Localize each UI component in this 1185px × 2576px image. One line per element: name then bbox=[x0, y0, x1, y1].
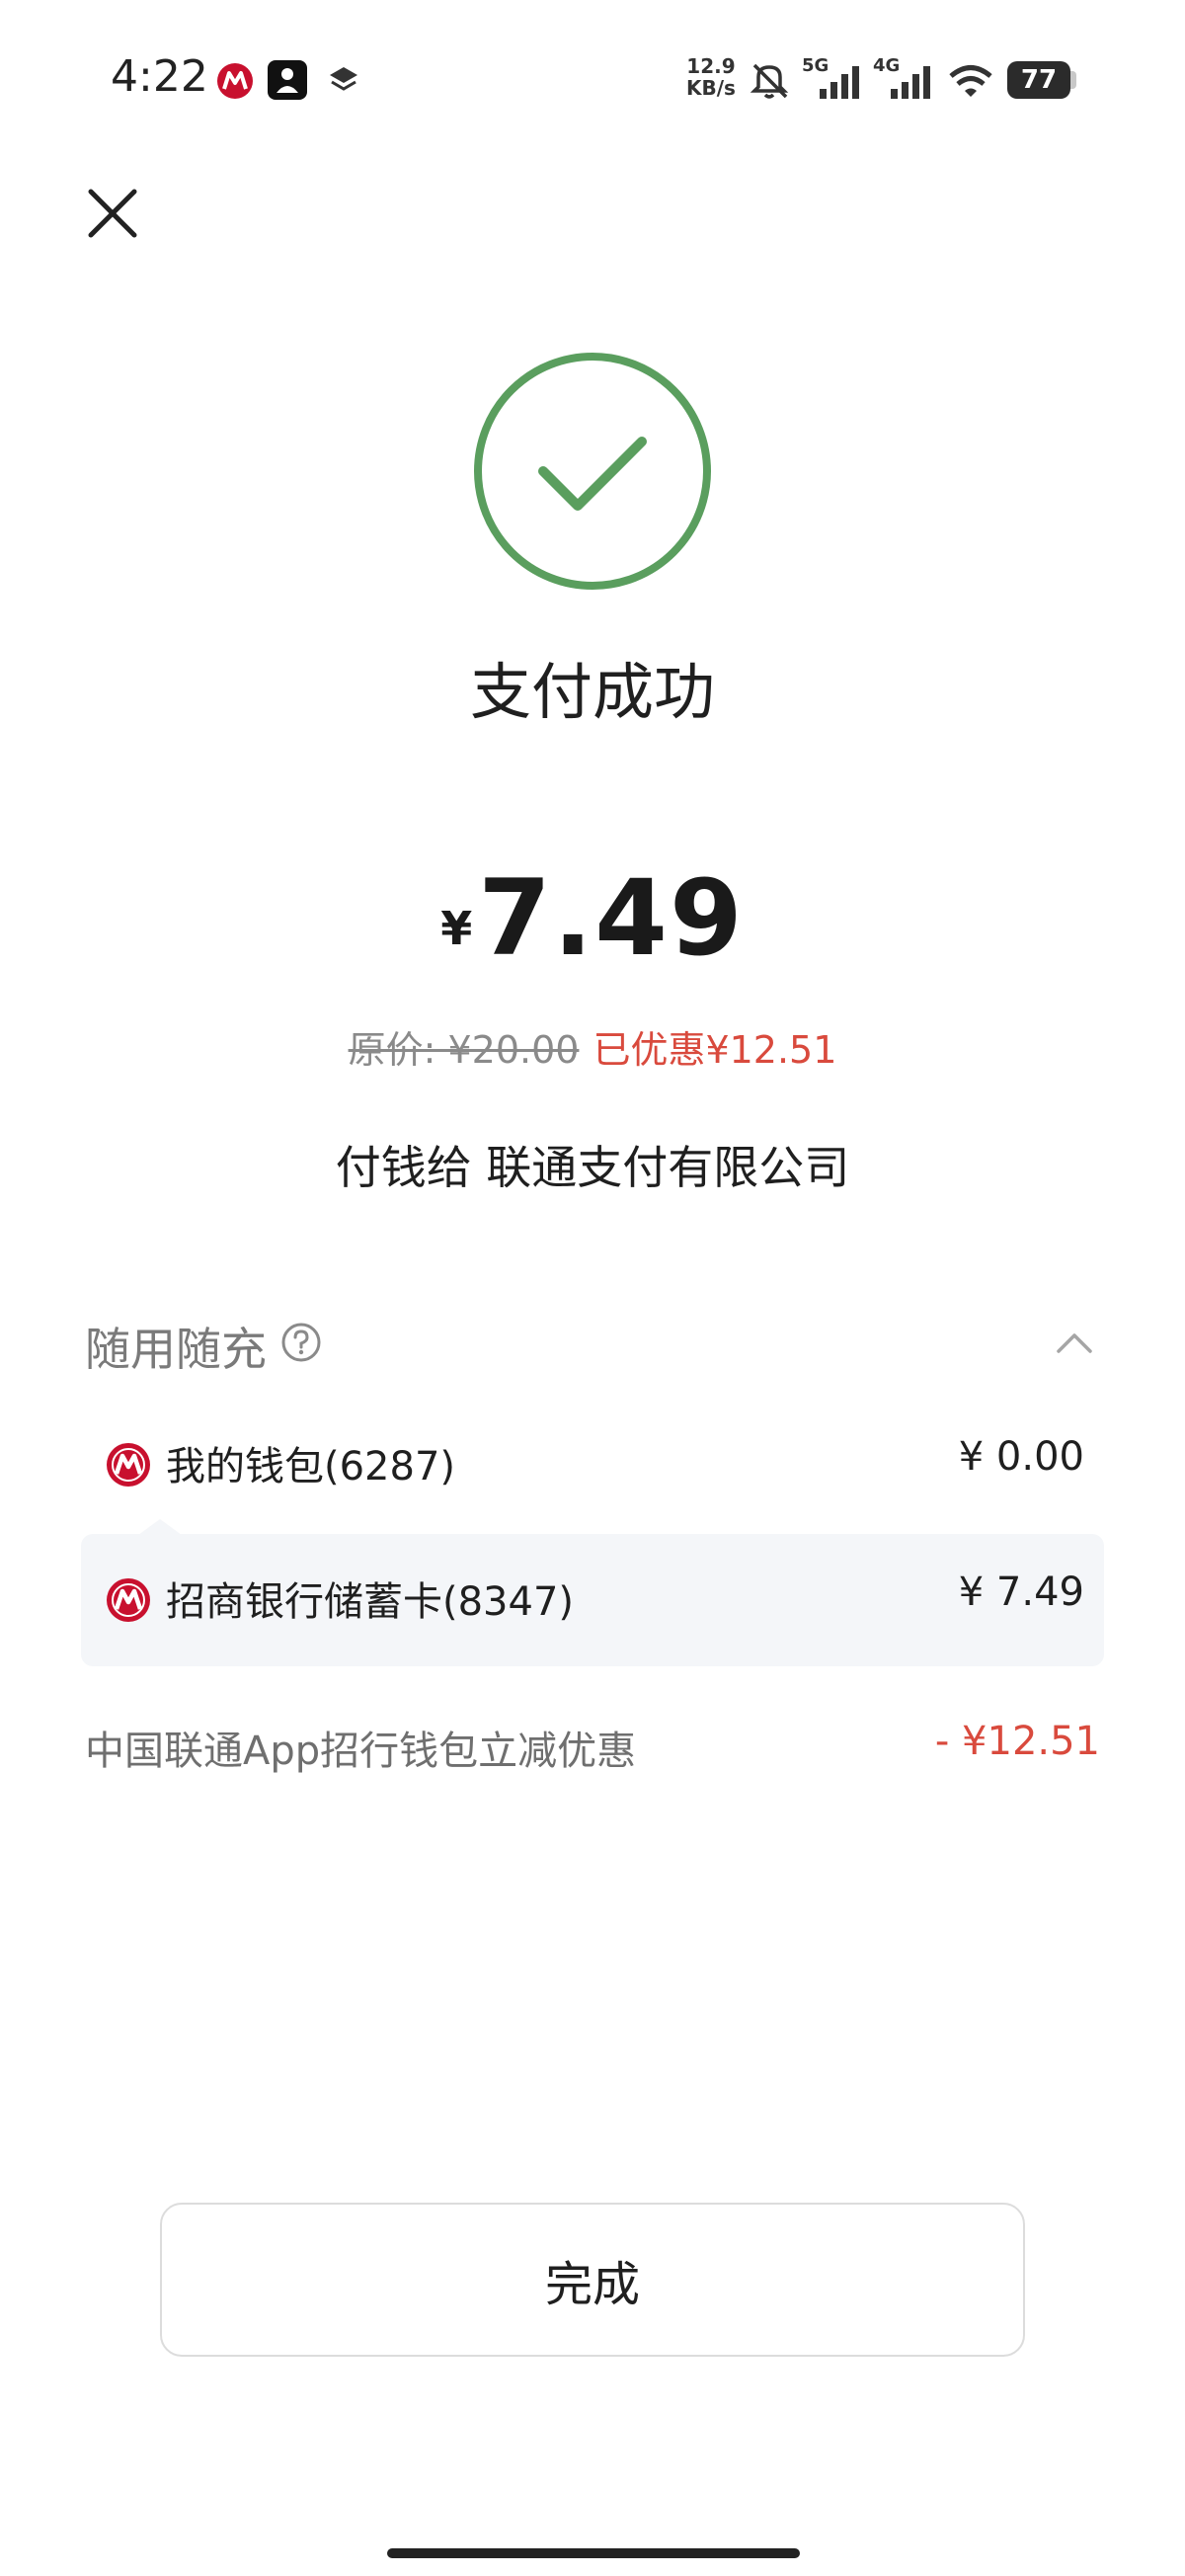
original-price: 原价: ¥20.00 bbox=[348, 1028, 580, 1072]
bell-muted-icon bbox=[750, 63, 789, 99]
currency-symbol: ¥ bbox=[440, 902, 473, 955]
selection-pointer bbox=[138, 1519, 182, 1535]
payee-text: 付钱给 联通支付有限公司 bbox=[335, 1141, 850, 1194]
status-time: 4:22 bbox=[111, 51, 208, 102]
price-summary: 原价: ¥20.00 已优惠¥12.51 bbox=[0, 1019, 1185, 1074]
paid-amount: ¥7.49 bbox=[0, 857, 1185, 979]
battery-indicator: 77 bbox=[1007, 61, 1070, 99]
success-check-icon bbox=[474, 353, 711, 590]
payment-method-amount: ¥ 7.49 bbox=[958, 1570, 1084, 1615]
done-button[interactable]: 完成 bbox=[160, 2203, 1025, 2357]
payment-method-amount: ¥ 0.00 bbox=[958, 1434, 1084, 1480]
payment-method-label: 我的钱包(6287) bbox=[166, 1444, 456, 1489]
close-icon[interactable] bbox=[87, 188, 138, 239]
home-indicator[interactable] bbox=[387, 2548, 800, 2558]
signal-5g-icon bbox=[820, 66, 859, 99]
cmb-logo-icon bbox=[217, 63, 253, 99]
payment-method-wallet: 我的钱包(6287) ¥ 0.00 bbox=[81, 1399, 1104, 1531]
signal-4g-icon bbox=[891, 66, 930, 99]
battery-cap bbox=[1070, 71, 1076, 89]
payment-method-label: 招商银行储蓄卡(8347) bbox=[166, 1579, 575, 1625]
discount-label: 中国联通App招行钱包立减优惠 bbox=[85, 1729, 637, 1774]
help-question-icon[interactable] bbox=[280, 1322, 322, 1363]
cmb-logo-icon bbox=[107, 1443, 150, 1487]
wifi-icon bbox=[949, 65, 992, 97]
network-speed: 12.9 KB/s bbox=[686, 54, 736, 100]
layers-icon bbox=[330, 67, 357, 91]
chevron-up-icon[interactable] bbox=[1055, 1329, 1094, 1355]
cmb-logo-icon bbox=[107, 1578, 150, 1622]
payment-section-title: 随用随充 bbox=[85, 1323, 267, 1376]
app-notification-icon bbox=[268, 60, 307, 100]
amount-value: 7.49 bbox=[478, 857, 745, 979]
payment-success-title: 支付成功 bbox=[469, 656, 715, 728]
saved-amount: 已优惠¥12.51 bbox=[592, 1028, 837, 1072]
payment-method-debit-card: 招商银行储蓄卡(8347) ¥ 7.49 bbox=[81, 1534, 1104, 1666]
discount-amount: - ¥12.51 bbox=[934, 1719, 1100, 1764]
